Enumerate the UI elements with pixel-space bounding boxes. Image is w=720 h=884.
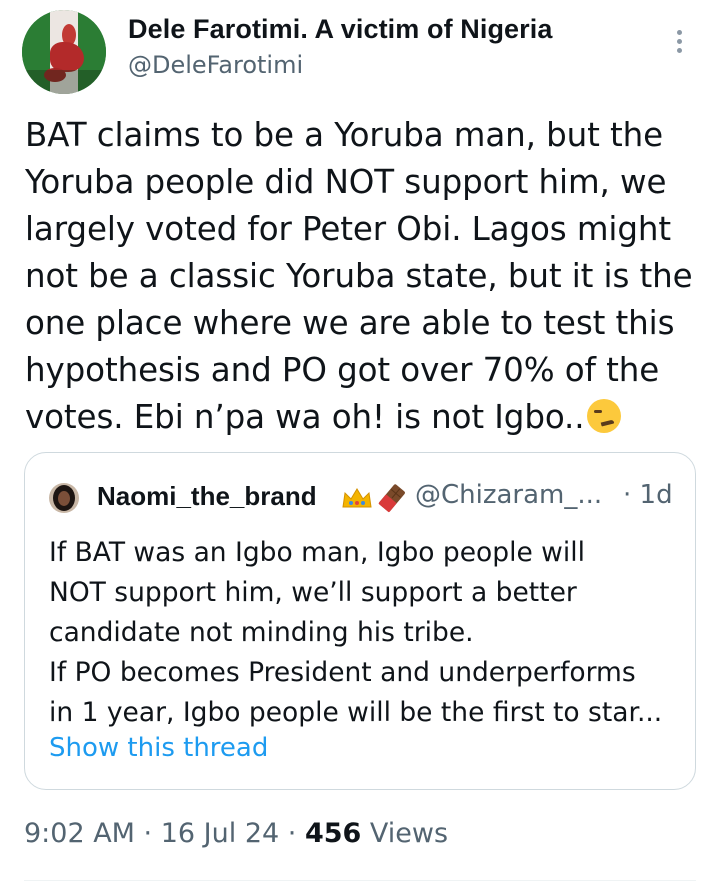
quoted-author-name[interactable]: Naomi_the_brand [97,481,317,512]
quoted-tweet-time[interactable]: · 1d [623,480,673,510]
quoted-line: If PO becomes President and underperform… [49,657,636,688]
quoted-line: If BAT was an Igbo man, Igbo people will [49,537,585,568]
tweet-meta: 9:02 AM · 16 Jul 24 · 456 Views [24,818,448,849]
crown-icon [342,488,372,508]
quoted-tweet-text: If BAT was an Igbo man, Igbo people will… [49,533,681,733]
author-name[interactable]: Dele Farotimi. A victim of Nigeria [128,14,553,45]
views-count: 456 [304,818,362,849]
tweet-line: hypothesis and PO got over 70% of the [25,351,660,389]
divider [24,880,696,881]
show-thread-link[interactable]: Show this thread [49,733,268,763]
tweet-timestamp[interactable]: 9:02 AM · 16 Jul 24 · [24,818,305,849]
views-label: Views [361,818,449,849]
quoted-line: in 1 year, Igbo people will be the first… [49,697,663,728]
tweet-line: BAT claims to be a Yoruba man, but the [25,116,664,154]
quoted-author-handle[interactable]: @Chizaram_... [415,480,602,510]
tweet-line: Yoruba people did NOT support him, we [25,163,667,201]
smirking-face-icon [586,399,621,433]
quoted-name-emojis [339,481,409,513]
tweet-line: one place where we are able to test this [25,304,675,342]
tweet-text: BAT claims to be a Yoruba man, but the Y… [25,112,705,441]
quoted-line: candidate not minding his tribe. [49,617,474,648]
quoted-author-avatar[interactable] [49,483,79,513]
more-options-icon[interactable] [673,30,685,60]
tweet-line: votes. Ebi n’pa wa oh! is not Igbo.. [25,398,585,436]
author-avatar[interactable] [22,10,106,94]
quoted-tweet-card[interactable]: Naomi_the_brand @Chizaram_... · 1d If BA… [24,452,696,790]
tweet-line: largely voted for Peter Obi. Lagos might [25,210,672,248]
author-handle[interactable]: @DeleFarotimi [128,51,303,79]
tweet-line: not be a classic Yoruba state, but it is… [25,257,693,295]
chocolate-bar-icon [378,484,405,513]
quoted-line: NOT support him, we’ll support a better [49,577,577,608]
